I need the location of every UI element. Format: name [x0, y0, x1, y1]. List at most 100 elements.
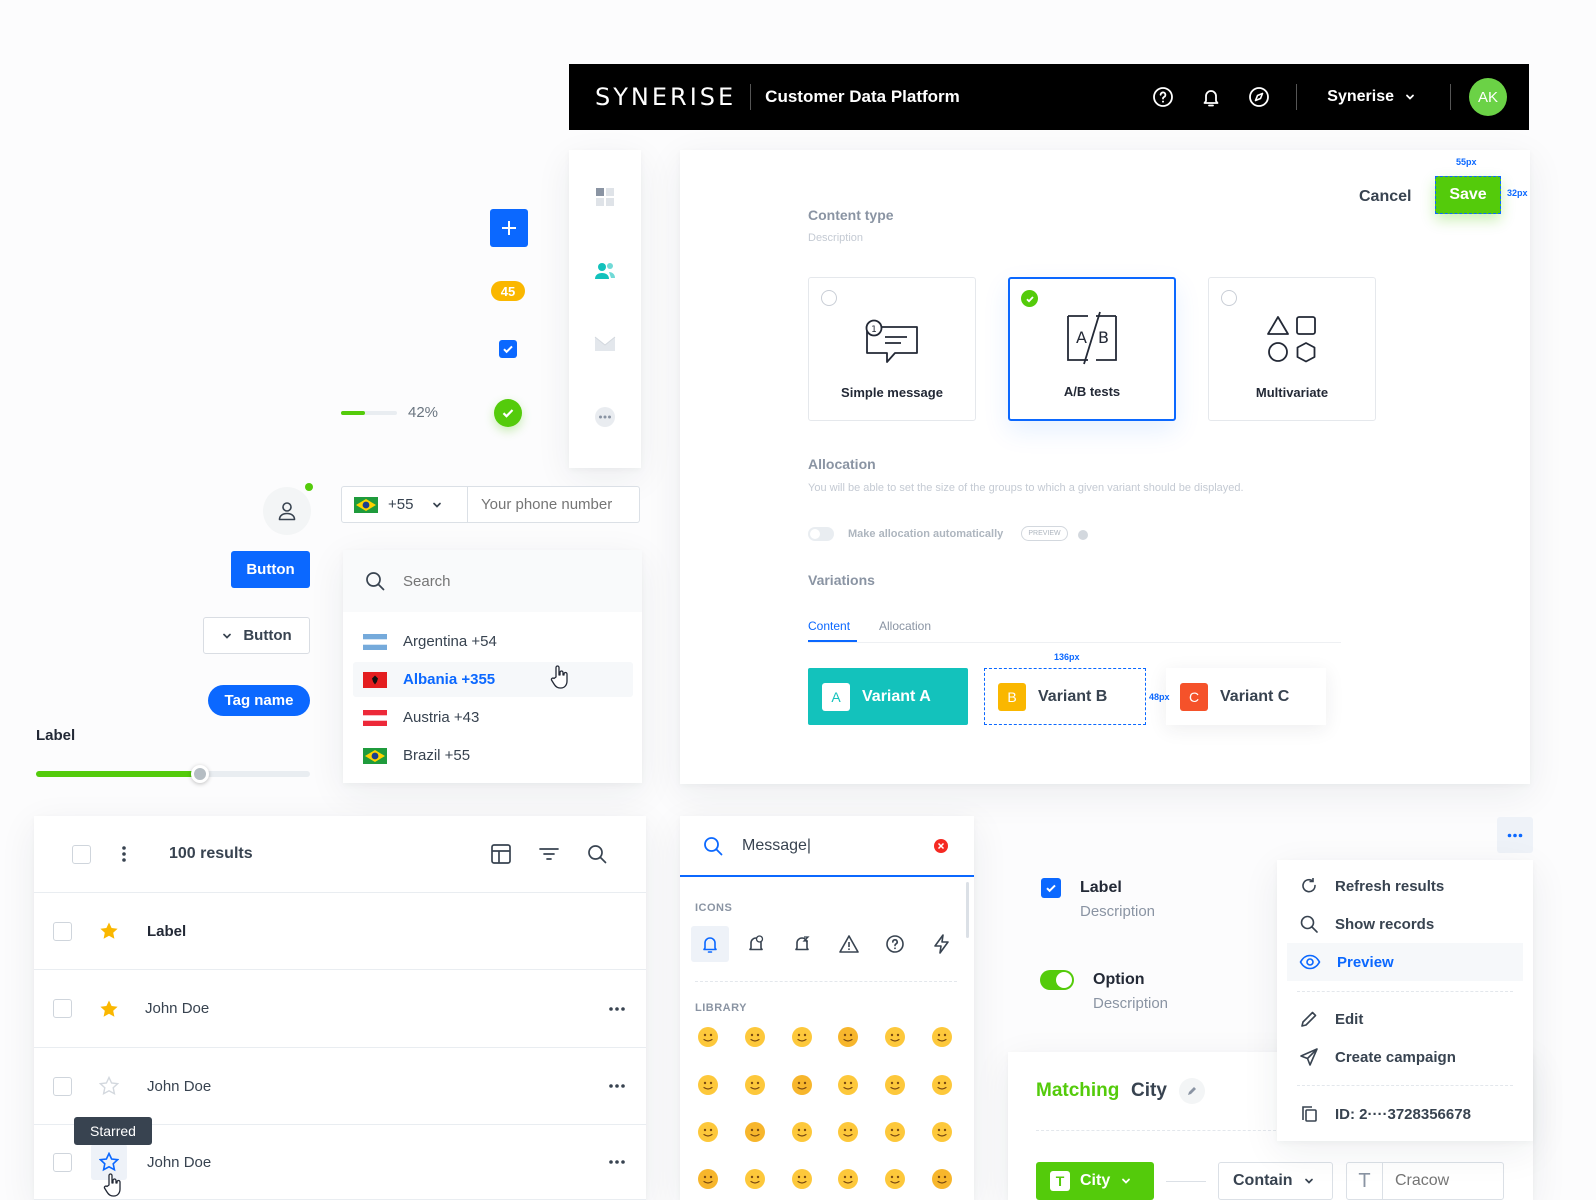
variant-a[interactable]: A Variant A: [808, 668, 968, 725]
menu-item-refresh[interactable]: Refresh results: [1277, 867, 1533, 905]
synerise-logo[interactable]: SYNERISE: [595, 83, 736, 111]
bell-clock-icon[interactable]: [746, 934, 766, 954]
type-card-ab-tests[interactable]: AB A/B tests: [1008, 277, 1176, 421]
picker-search[interactable]: Message|: [680, 816, 974, 877]
emoji-icon[interactable]: [745, 1027, 765, 1047]
label-checkbox[interactable]: [1041, 878, 1061, 898]
org-switcher[interactable]: Synerise: [1327, 88, 1416, 106]
emoji-icon[interactable]: [885, 1169, 905, 1189]
operator-select[interactable]: Contain: [1218, 1162, 1333, 1200]
users-icon[interactable]: [593, 260, 617, 282]
picker-search-value[interactable]: Message|: [742, 837, 811, 855]
compass-icon[interactable]: [1248, 86, 1270, 108]
star-filled-icon[interactable]: [99, 999, 119, 1019]
primary-button[interactable]: Button: [231, 551, 310, 588]
cancel-button[interactable]: Cancel: [1359, 188, 1411, 206]
emoji-icon[interactable]: [885, 1027, 905, 1047]
emoji-icon[interactable]: [698, 1027, 718, 1047]
emoji-icon[interactable]: [838, 1075, 858, 1095]
picker-scrollbar[interactable]: [966, 882, 969, 938]
more-icon[interactable]: [594, 406, 616, 428]
slider-track[interactable]: [36, 765, 310, 783]
emoji-icon[interactable]: [838, 1027, 858, 1047]
emoji-icon[interactable]: [792, 1169, 812, 1189]
emoji-icon[interactable]: [838, 1122, 858, 1142]
emoji-icon[interactable]: [745, 1169, 765, 1189]
country-search[interactable]: [343, 550, 642, 612]
value-field[interactable]: T: [1346, 1162, 1504, 1200]
country-option-argentina[interactable]: Argentina +54: [353, 624, 633, 659]
bell-snooze-icon[interactable]: [792, 934, 812, 954]
checkbox-checked[interactable]: [499, 340, 517, 358]
more-vertical-icon[interactable]: [121, 845, 127, 863]
lightning-icon[interactable]: [932, 934, 952, 954]
country-search-input[interactable]: [403, 572, 603, 590]
city-field-select[interactable]: T City: [1036, 1162, 1154, 1200]
user-avatar[interactable]: AK: [1469, 78, 1507, 116]
emoji-icon[interactable]: [745, 1122, 765, 1142]
add-button[interactable]: [490, 209, 528, 247]
emoji-icon[interactable]: [932, 1122, 952, 1142]
tab-allocation[interactable]: Allocation: [879, 619, 931, 633]
emoji-icon[interactable]: [838, 1169, 858, 1189]
country-option-brazil[interactable]: Brazil +55: [353, 738, 633, 773]
search-icon[interactable]: [586, 843, 608, 865]
type-card-simple-message[interactable]: 1 Simple message: [808, 277, 976, 421]
warning-icon[interactable]: [838, 934, 860, 954]
emoji-icon[interactable]: [792, 1027, 812, 1047]
filter-icon[interactable]: [538, 843, 560, 865]
emoji-icon[interactable]: [932, 1075, 952, 1095]
menu-item-preview[interactable]: Preview: [1287, 943, 1523, 981]
table-row[interactable]: John Doe: [34, 970, 646, 1048]
option-toggle[interactable]: [1040, 970, 1074, 990]
type-card-multivariate[interactable]: Multivariate: [1208, 277, 1376, 421]
table-row[interactable]: John Doe: [34, 1048, 646, 1125]
tab-content[interactable]: Content: [808, 619, 850, 633]
dashboard-icon[interactable]: [594, 186, 616, 208]
row-more-icon[interactable]: [608, 1006, 626, 1012]
allocation-toggle[interactable]: [808, 527, 834, 541]
emoji-icon[interactable]: [698, 1169, 718, 1189]
user-avatar-placeholder[interactable]: [263, 487, 311, 535]
variant-c[interactable]: C Variant C: [1166, 668, 1326, 725]
phone-number-field[interactable]: [468, 496, 634, 513]
star-outline-icon[interactable]: [99, 1076, 119, 1096]
row-checkbox[interactable]: [53, 921, 72, 941]
tag[interactable]: Tag name: [208, 685, 310, 716]
row-checkbox[interactable]: [53, 999, 72, 1018]
emoji-icon[interactable]: [932, 1169, 952, 1189]
help-icon[interactable]: [1152, 86, 1174, 108]
help-icon[interactable]: [885, 934, 905, 954]
country-code-select[interactable]: +55: [342, 487, 468, 522]
notifications-bell-icon[interactable]: [1200, 86, 1222, 108]
emoji-icon[interactable]: [885, 1075, 905, 1095]
emoji-icon[interactable]: [745, 1075, 765, 1095]
row-checkbox[interactable]: [53, 1152, 72, 1172]
radio-unselected[interactable]: [1221, 290, 1237, 306]
menu-item-show-records[interactable]: Show records: [1277, 905, 1533, 943]
clear-icon[interactable]: [934, 838, 948, 853]
menu-item-copy-id[interactable]: ID: 2····3728356678: [1277, 1095, 1533, 1133]
row-checkbox[interactable]: [53, 1076, 72, 1096]
dropdown-button[interactable]: Button: [203, 617, 310, 654]
star-filled-icon[interactable]: [99, 921, 119, 941]
more-options-button[interactable]: [1497, 817, 1533, 853]
country-option-austria[interactable]: Austria +43: [353, 700, 633, 735]
emoji-icon[interactable]: [698, 1122, 718, 1142]
emoji-icon[interactable]: [932, 1027, 952, 1047]
emoji-icon[interactable]: [792, 1075, 812, 1095]
mail-icon[interactable]: [593, 334, 617, 354]
radio-unselected[interactable]: [821, 290, 837, 306]
edit-name-icon[interactable]: [1179, 1078, 1205, 1104]
select-all-checkbox[interactable]: [72, 844, 91, 864]
menu-item-create-campaign[interactable]: Create campaign: [1277, 1038, 1533, 1076]
row-more-icon[interactable]: [608, 1083, 626, 1089]
emoji-icon[interactable]: [792, 1122, 812, 1142]
emoji-icon[interactable]: [698, 1075, 718, 1095]
row-more-icon[interactable]: [608, 1159, 626, 1165]
menu-item-edit[interactable]: Edit: [1277, 1000, 1533, 1038]
table-layout-icon[interactable]: [490, 843, 512, 865]
country-option-albania[interactable]: Albania +355: [353, 662, 633, 697]
slider-handle[interactable]: [191, 765, 210, 783]
bell-icon[interactable]: [691, 926, 729, 962]
